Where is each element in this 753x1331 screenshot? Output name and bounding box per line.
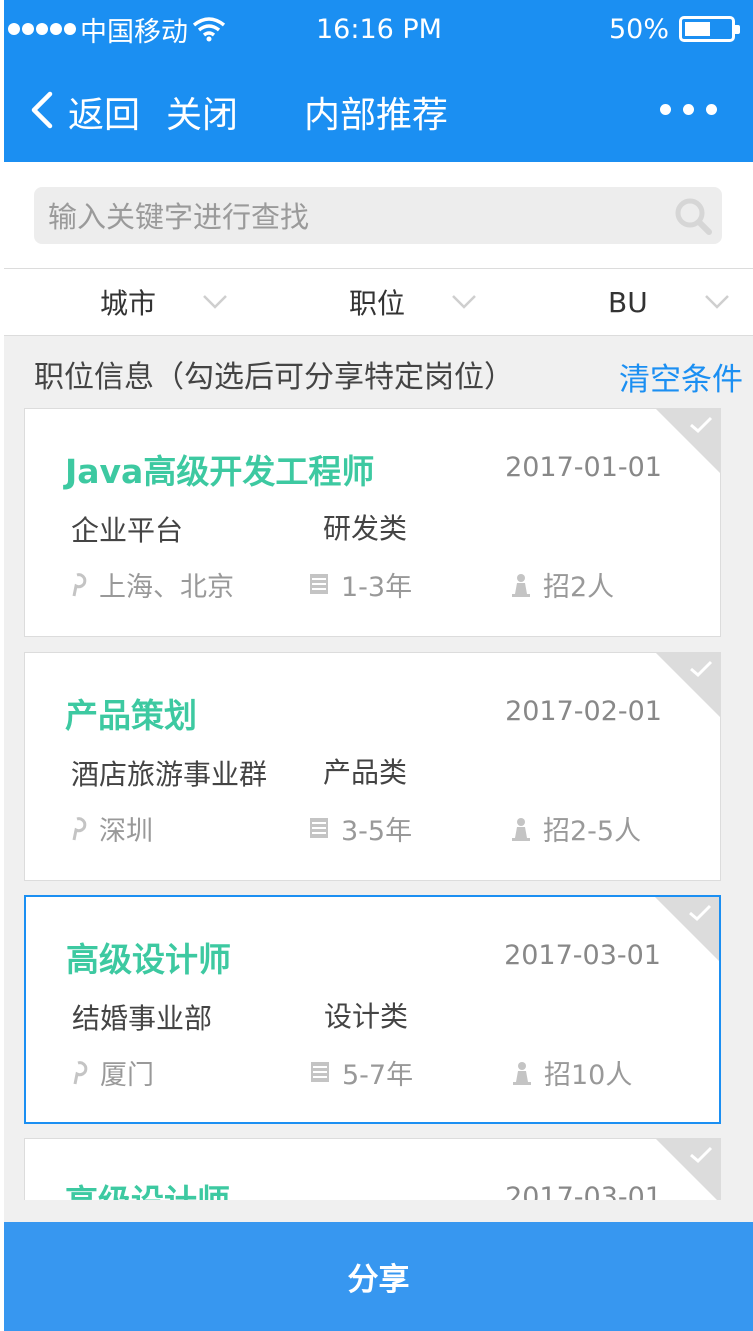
filter-city-label: 城市 (100, 287, 157, 320)
job-experience: 1-3年 (307, 565, 412, 604)
job-card[interactable]: 产品策划 2017-02-01 酒店旅游事业群 产品类 深圳 3-5年 招2-5… (24, 652, 721, 881)
job-title: 高级设计师 (65, 1175, 230, 1200)
job-title: Java高级开发工程师 (65, 452, 375, 491)
status-bar: 中国移动 16:16 PM 50% (4, 0, 753, 58)
page-title: 内部推荐 (304, 95, 449, 136)
job-category: 产品类 (323, 756, 408, 789)
job-location: 厦门 (66, 1053, 154, 1092)
job-headcount: 招2人 (509, 565, 614, 604)
back-button[interactable]: 返回 (68, 86, 140, 138)
job-headcount-text: 招10人 (544, 1060, 633, 1091)
close-button[interactable]: 关闭 (166, 86, 238, 138)
share-label: 分享 (347, 1262, 410, 1298)
location-pin-icon (72, 572, 87, 596)
job-location-text: 深圳 (99, 816, 153, 847)
search-input[interactable] (46, 187, 650, 246)
job-experience-text: 5-7年 (342, 1060, 414, 1091)
job-card[interactable]: Java高级开发工程师 2017-01-01 企业平台 研发类 上海、北京 1-… (24, 408, 721, 637)
filter-bu[interactable]: BU (608, 269, 730, 335)
list-header: 职位信息（勾选后可分享特定岗位） (34, 360, 514, 395)
job-experience-text: 3-5年 (341, 816, 413, 847)
job-headcount-text: 招2人 (543, 572, 615, 603)
signal-icon (8, 23, 76, 35)
job-department: 企业平台 (71, 514, 184, 547)
check-icon (690, 660, 713, 678)
more-icon[interactable] (660, 104, 717, 115)
filter-row: 城市 职位 BU (4, 269, 753, 336)
job-headcount: 招2-5人 (509, 809, 641, 848)
job-title: 产品策划 (65, 696, 197, 735)
book-icon (311, 1061, 329, 1082)
battery-percent: 50% (608, 13, 669, 45)
job-date: 2017-03-01 (504, 940, 661, 971)
job-category: 设计类 (324, 1000, 409, 1033)
nav-bar: 返回 关闭 内部推荐 (4, 58, 753, 162)
job-date: 2017-03-01 (505, 1182, 662, 1200)
job-headcount: 招10人 (510, 1053, 632, 1092)
search-area (4, 162, 753, 269)
filter-bu-label: BU (608, 285, 648, 319)
check-icon (690, 1146, 713, 1164)
person-icon (512, 573, 530, 597)
location-pin-icon (73, 1060, 88, 1084)
job-location: 上海、北京 (65, 565, 234, 604)
location-pin-icon (72, 816, 87, 840)
list-footer-gap (4, 1200, 753, 1222)
filter-city[interactable]: 城市 (100, 269, 228, 335)
job-location-text: 上海、北京 (99, 572, 234, 603)
filter-position-label: 职位 (349, 287, 406, 320)
chevron-left-icon[interactable] (22, 88, 66, 132)
job-card-selected[interactable]: 高级设计师 2017-03-01 结婚事业部 设计类 厦门 5-7年 招10人 (24, 895, 721, 1124)
job-location: 深圳 (65, 809, 153, 848)
carrier-name: 中国移动 (80, 16, 188, 48)
job-date: 2017-01-01 (505, 452, 662, 483)
clear-filter-button[interactable]: 清空条件 (619, 354, 743, 399)
search-icon[interactable] (672, 195, 714, 237)
filter-position[interactable]: 职位 (349, 269, 477, 335)
job-department: 结婚事业部 (72, 1002, 213, 1035)
job-experience-text: 1-3年 (341, 572, 413, 603)
chevron-down-icon (452, 295, 476, 309)
job-title: 高级设计师 (66, 940, 231, 979)
job-location-text: 厦门 (100, 1060, 154, 1091)
share-button[interactable]: 分享 (4, 1222, 753, 1331)
wifi-icon (192, 17, 226, 42)
job-experience: 3-5年 (307, 809, 412, 848)
person-icon (513, 1061, 531, 1085)
person-icon (512, 817, 530, 841)
battery-icon (679, 16, 740, 42)
status-time: 16:16 PM (316, 13, 442, 45)
search-box (34, 187, 722, 246)
job-date: 2017-02-01 (505, 696, 662, 727)
chevron-down-icon (203, 295, 227, 309)
job-headcount-text: 招2-5人 (543, 816, 642, 847)
job-list: 职位信息（勾选后可分享特定岗位） 清空条件 Java高级开发工程师 2017-0… (4, 336, 753, 1200)
book-icon (310, 817, 328, 838)
book-icon (310, 573, 328, 594)
job-category: 研发类 (323, 512, 408, 545)
job-card[interactable]: 高级设计师 2017-03-01 (24, 1138, 721, 1200)
carrier-group: 中国移动 (4, 10, 226, 49)
job-experience: 5-7年 (308, 1053, 413, 1092)
chevron-down-icon (704, 295, 729, 309)
job-department: 酒店旅游事业群 (71, 758, 268, 791)
check-icon (689, 904, 712, 922)
check-icon (690, 416, 713, 434)
battery-group: 50% (609, 14, 753, 45)
